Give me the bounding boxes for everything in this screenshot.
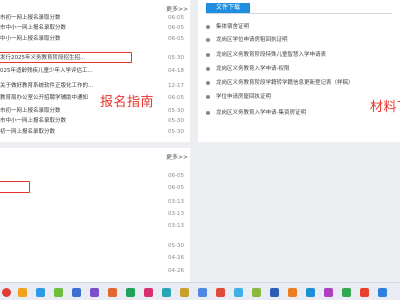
bullet-icon <box>206 37 210 42</box>
news-title[interactable]: 中小一网上报名录取分数 <box>0 35 150 43</box>
app-icon[interactable] <box>36 288 45 297</box>
app-icon[interactable] <box>342 288 351 297</box>
app-icon[interactable] <box>180 288 189 297</box>
app-icon[interactable] <box>162 288 171 297</box>
file-link[interactable]: 集体宿舍证明 <box>216 24 249 30</box>
app-icon[interactable] <box>144 288 153 297</box>
app-icon[interactable] <box>288 288 297 297</box>
annotation-label: 材料下 <box>370 100 400 115</box>
file-item[interactable]: 龙岗区义务教育入学申请-集资房证明 <box>206 110 306 117</box>
app-icon[interactable] <box>324 288 333 297</box>
bullet-icon <box>206 52 210 57</box>
news-date: 04-26 <box>168 268 184 274</box>
tab-file-download[interactable]: 文件下载 <box>206 3 250 13</box>
file-item[interactable]: 龙岗区义务教育入学申请-权限 <box>206 66 290 73</box>
file-download-panel: 文件下载 集体宿舍证明 龙岗区学位申请房租回执证明 龙岗区义务教育阶段特殊儿童智… <box>198 0 400 142</box>
news-date: 06-05 <box>168 95 184 101</box>
app-icon[interactable] <box>108 288 117 297</box>
news-date: 05-30 <box>168 243 184 249</box>
bullet-icon <box>206 80 210 85</box>
file-link[interactable]: 龙岗区义务教育阶段特殊儿童智慧入学申请表 <box>216 52 326 58</box>
bullet-icon <box>206 24 210 29</box>
news-date: 06-05 <box>168 15 184 21</box>
app-icon[interactable] <box>252 288 261 297</box>
news-date: 04-18 <box>168 68 184 74</box>
bullet-icon <box>206 94 210 99</box>
news-title[interactable]: 市初一网上报名录取分数 <box>0 14 150 22</box>
file-item[interactable]: 龙岗区学位申请房租回执证明 <box>206 37 288 44</box>
file-item[interactable]: 龙岗区义务教育阶段特殊儿童智慧入学申请表 <box>206 52 326 59</box>
app-icon[interactable] <box>126 288 135 297</box>
news-date: 05-30 <box>168 118 184 124</box>
news-date: 05-30 <box>168 129 184 135</box>
app-icon[interactable] <box>54 288 63 297</box>
news-date: 12-17 <box>168 83 184 89</box>
app-icon[interactable] <box>216 288 225 297</box>
app-icon[interactable] <box>198 288 207 297</box>
news-date: 05-30 <box>168 55 184 61</box>
news-title[interactable]: 市中小一网上报名录取分数 <box>0 117 150 125</box>
file-link[interactable]: 龙岗区义务教育入学申请-集资房证明 <box>216 110 306 116</box>
file-link[interactable]: 学位申请房屋回执证明 <box>216 94 271 100</box>
file-item[interactable]: 龙岗区义务教育阶段学籍转学籍信息更新登记表（样稿） <box>206 80 354 87</box>
news-date: 03-13 <box>168 223 184 229</box>
app-icon[interactable] <box>360 288 369 297</box>
file-link[interactable]: 龙岗区学位申请房租回执证明 <box>216 37 288 43</box>
news-date: 05-30 <box>168 108 184 114</box>
highlight-box <box>0 181 30 193</box>
news-title[interactable]: 市中小一网上报名录取分数 <box>0 24 150 32</box>
news-title[interactable]: 025年适龄残疾儿童少年入学评估工... <box>0 67 150 75</box>
file-link[interactable]: 龙岗区义务教育阶段学籍转学籍信息更新登记表（样稿） <box>216 80 354 86</box>
news-panel: 更多>> 市初一网上报名录取分数 06-05 市中小一网上报名录取分数 06-05 … <box>0 0 190 142</box>
news-title[interactable]: 初一网上报名录取分数 <box>0 128 150 136</box>
app-icon[interactable] <box>234 288 243 297</box>
taskbar <box>0 282 400 300</box>
news-date: 06-05 <box>168 25 184 31</box>
app-icon[interactable] <box>306 288 315 297</box>
app-icon[interactable] <box>18 288 27 297</box>
app-icon[interactable] <box>72 288 81 297</box>
bullet-icon <box>206 66 210 71</box>
news-date: 06-05 <box>168 173 184 179</box>
highlight-box <box>0 52 132 63</box>
news-date: 06-05 <box>168 185 184 191</box>
tab-underline <box>206 13 392 14</box>
news-date: 03-13 <box>168 199 184 205</box>
bullet-icon <box>206 110 210 115</box>
browser-icon[interactable] <box>2 288 11 297</box>
more-link[interactable]: 更多>> <box>166 4 188 13</box>
app-icon[interactable] <box>270 288 279 297</box>
annotation-label: 报名指南 <box>100 95 155 110</box>
news-date: 03-13 <box>168 211 184 217</box>
news-date: 06-05 <box>168 36 184 42</box>
file-link[interactable]: 龙岗区义务教育入学申请-权限 <box>216 66 290 72</box>
more-link[interactable]: 更多>> <box>166 152 188 161</box>
file-item[interactable]: 学位申请房屋回执证明 <box>206 94 271 101</box>
app-icon[interactable] <box>378 288 387 297</box>
file-item[interactable]: 集体宿舍证明 <box>206 24 249 31</box>
news-title[interactable]: 关于做好教育系统软件正版化工作的... <box>0 82 150 90</box>
news-date: 04-26 <box>168 255 184 261</box>
news-panel-secondary: 更多>> 06-05 06-05 03-13 03-13 03-13 05-30… <box>0 148 190 282</box>
app-icon[interactable] <box>90 288 99 297</box>
